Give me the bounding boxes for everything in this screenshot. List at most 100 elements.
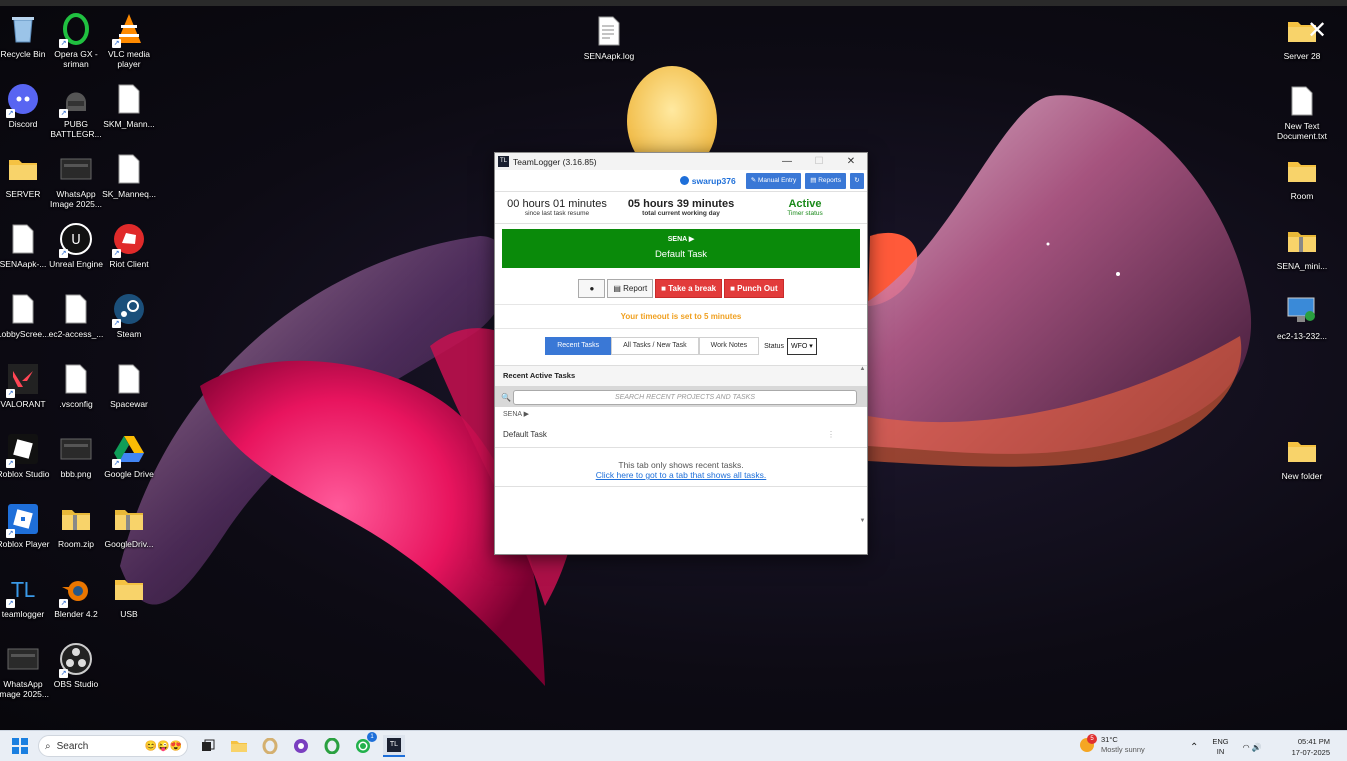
desktop-icon-senaapk-log[interactable]: SENAapk.log [582,14,636,61]
github-desktop-icon[interactable] [290,735,312,757]
recent-note: This tab only shows recent tasks. [618,460,744,470]
desktop-icon[interactable]: ↗ Google Drive [102,432,156,479]
desktop-icon[interactable]: SENAapk-... [0,222,50,269]
desktop-icon[interactable]: ↗ Blender 4.2 [49,572,103,619]
desktop-icon[interactable]: ↗ VALORANT [0,362,50,409]
desktop-icon[interactable]: WhatsApp Image 2025... [0,642,50,699]
opera-gx-taskbar-icon[interactable] [321,735,343,757]
desktop-icon[interactable]: ec2-13-232... [1275,294,1329,341]
desktop-icon[interactable]: SERVER [0,152,50,199]
desktop-icon[interactable]: ↗ Opera GX - sriman [49,12,103,69]
all-tasks-link[interactable]: Click here to got to a tab that shows al… [495,470,867,480]
current-task-banner[interactable]: SENA ▶ Default Task [502,229,860,268]
refresh-button[interactable]: ↻ [850,172,864,189]
desktop-icon[interactable]: ↗ Discord [0,82,50,129]
timer-status-value: Active [788,197,822,210]
clock[interactable]: 05:41 PM 17-07-2025 [1284,736,1330,758]
start-button[interactable] [12,738,28,754]
desktop-icon-label: Riot Client [109,259,149,269]
taskbar-search[interactable]: ⌕ Search 😊😜😍 [38,735,188,757]
desktop-icon[interactable]: ↗ Steam [102,292,156,339]
recent-task-row[interactable]: Default Task ⋮ [495,430,867,448]
user-icon [679,176,689,185]
document-icon [6,292,40,326]
weather-widget[interactable]: 5 31°C Mostly sunny [1080,734,1145,755]
whatsapp-icon[interactable]: 1 [352,732,377,757]
desktop-icon[interactable]: Room.zip [49,502,103,549]
scroll-down-icon[interactable]: ▼ [858,518,867,524]
desktop-icon[interactable]: New Text Document.txt [1275,84,1329,141]
desktop-icon[interactable]: .vsconfig [49,362,103,409]
shortcut-arrow-icon: ↗ [59,39,68,48]
desktop-icon[interactable]: SK_Manneq... [102,152,156,199]
weather-badge: 5 [1087,734,1097,744]
riot-client-icon: ↗ [112,222,146,258]
desktop-icon[interactable]: GoogleDriv... [102,502,156,549]
opera-taskbar-icon[interactable] [259,735,281,757]
tab-recent-tasks[interactable]: Recent Tasks [545,337,612,355]
report-button[interactable]: ▤ Report [607,279,654,298]
desktop-icon[interactable]: ↗ VLC media player [102,12,156,69]
minimize-button[interactable]: — [771,156,803,167]
reports-button[interactable]: ▤ Reports [805,172,846,189]
desktop-icon[interactable]: bbb.png [49,432,103,479]
info-button[interactable]: ● [578,279,606,298]
timer-stats: 00 hours 01 minutes since last task resu… [495,192,867,224]
desktop-icon[interactable]: ↗ Roblox Player [0,502,50,549]
maximize-button[interactable]: ☐ [803,156,835,167]
close-icon[interactable]: ✕ [1305,18,1329,42]
desktop-icon[interactable]: U ↗ Unreal Engine [49,222,103,269]
task-menu-icon[interactable]: ⋮ [827,430,835,447]
desktop-icon[interactable]: SKM_Mann... [102,82,156,129]
task-tabs: Recent Tasks All Tasks / New Task Work N… [495,337,867,355]
unreal-engine-icon: U ↗ [59,222,93,258]
recent-task-name: Default Task [503,430,547,439]
desktop-icon-label: New Text Document.txt [1276,121,1328,141]
desktop-icon[interactable]: ↗ OBS Studio [49,642,103,689]
desktop-icon-label: Spacewar [110,399,148,409]
desktop-icon[interactable]: TL ↗ teamlogger [0,572,50,619]
window-titlebar[interactable]: TL TeamLogger (3.16.85) — ☐ ✕ [495,153,867,170]
wifi-volume-icon[interactable]: ◠ 🔊 [1243,743,1262,752]
pubg-icon: ↗ [59,82,93,118]
desktop-icon[interactable]: USB [102,572,156,619]
desktop-icon-label: USB [120,609,138,619]
desktop-icon[interactable]: WhatsApp Image 2025... [49,152,103,209]
task-view-icon[interactable] [197,735,219,757]
language-indicator[interactable]: ENG IN [1212,737,1228,757]
tab-work-notes[interactable]: Work Notes [698,337,760,355]
image-icon [6,642,40,676]
google-drive-icon: ↗ [112,432,146,468]
recent-search-input[interactable]: SEARCH RECENT PROJECTS AND TASKS [513,389,857,405]
teamlogger-taskbar-icon[interactable]: TL [383,735,405,757]
punch-out-button[interactable]: ■ Punch Out [724,279,784,298]
working-day-value: 05 hours 39 minutes [627,197,735,210]
recent-project[interactable]: SENA ▶ [495,410,867,418]
tab-all-tasks[interactable]: All Tasks / New Task [611,337,699,355]
desktop-icon[interactable]: ↗ Roblox Studio [0,432,50,479]
status-select[interactable]: WFO ▾ [786,337,817,355]
take-break-button[interactable]: ■ Take a break [655,279,723,298]
file-explorer-icon[interactable] [228,735,250,757]
username[interactable]: swarup376 [679,176,736,186]
desktop-icon[interactable]: ↗ PUBG BATTLEGR... [49,82,103,139]
tray-chevron-icon[interactable]: ⌃ [1190,742,1198,753]
desktop-icon[interactable]: Recycle Bin [0,12,50,59]
close-button[interactable]: ✕ [835,156,867,167]
zip-folder-icon [112,502,146,536]
desktop-icon[interactable]: SENA_mini... [1275,224,1329,271]
desktop-icon[interactable]: ↗ Riot Client [102,222,156,269]
desktop-icon-label: SENAapk.log [583,51,635,61]
desktop-icon[interactable]: New folder [1275,434,1329,481]
manual-entry-button[interactable]: ✎ Manual Entry [745,172,802,189]
shortcut-arrow-icon: ↗ [59,109,68,118]
desktop-icon[interactable]: Room [1275,154,1329,201]
scroll-up-icon[interactable]: ▲ [858,366,867,372]
user-bar: swarup376 ✎ Manual Entry ▤ Reports ↻ [495,170,867,192]
scrollbar[interactable]: ▲ ▼ [858,366,867,531]
search-highlight-icon: 😊😜😍 [144,740,182,752]
desktop-icon[interactable]: LobbyScree... [0,292,50,339]
desktop-icon[interactable]: Spacewar [102,362,156,409]
current-task-name: Default Task [654,249,708,260]
desktop-icon[interactable]: ec2-access_... [49,292,103,339]
